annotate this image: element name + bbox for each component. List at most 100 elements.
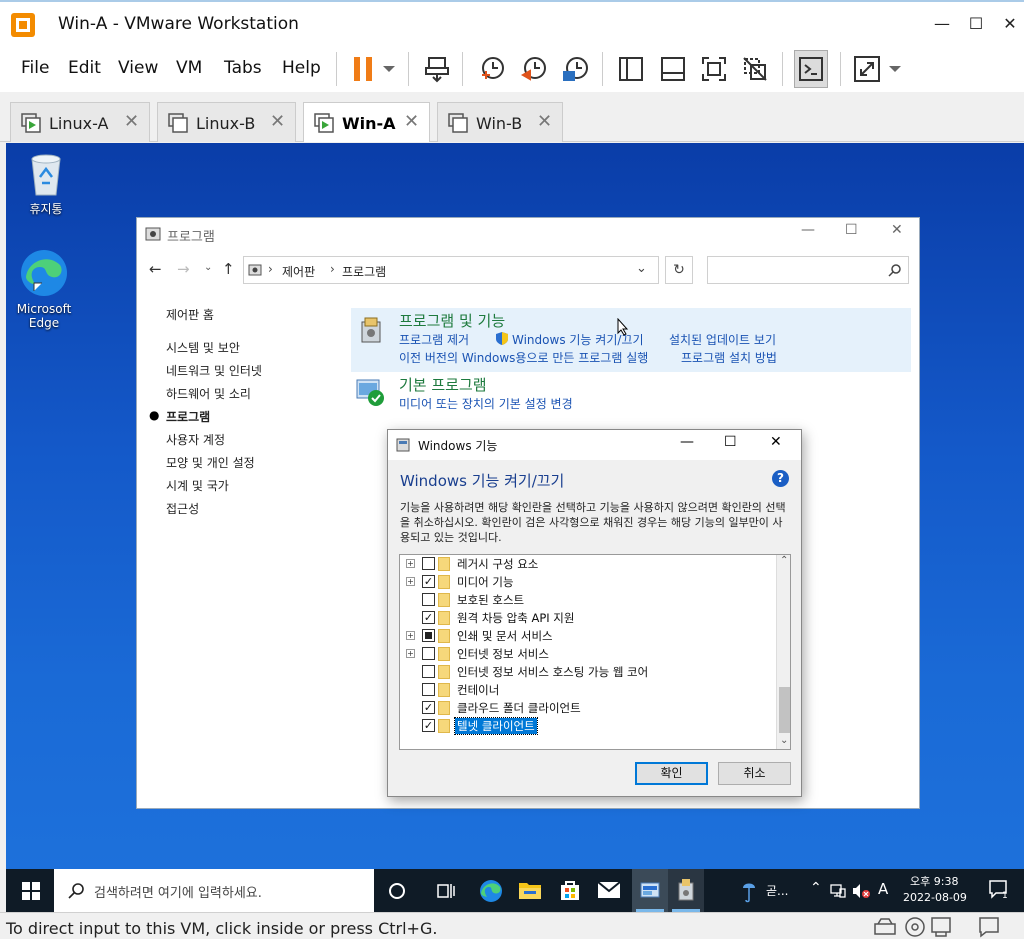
recycle-bin[interactable]: 휴지통 [14,151,78,217]
edge-shortcut[interactable]: Microsoft Edge [12,247,76,330]
dialog-minimize-button[interactable]: — [680,434,694,450]
feature-checkbox[interactable]: ✓ [422,575,435,588]
feature-checkbox[interactable] [422,593,435,606]
forward-arrow-icon[interactable]: → [177,260,190,278]
nav-hardware-sound[interactable]: 하드웨어 및 소리 [166,385,251,402]
send-ctrl-alt-del-icon[interactable] [420,50,454,88]
feature-item[interactable]: 보호된 호스트 [400,591,776,609]
file-explorer-icon[interactable] [518,879,542,901]
feature-item[interactable]: + 인터넷 정보 서비스 [400,645,776,663]
cp-minimize-button[interactable]: — [801,222,815,238]
address-dropdown-icon[interactable]: ⌄ [636,261,647,276]
network-icon[interactable] [830,883,846,899]
ok-button[interactable]: 확인 [635,762,708,785]
stretch-dropdown-icon[interactable] [882,50,908,88]
feature-checkbox[interactable]: ✓ [422,611,435,624]
thumbnail-view-icon[interactable] [656,50,690,88]
programs-features-title[interactable]: 프로그램 및 기능 [399,310,505,331]
hard-disk-icon[interactable] [874,918,896,936]
cd-dvd-icon[interactable] [904,916,926,938]
unity-icon[interactable] [738,50,772,88]
compatibility-link[interactable]: 이전 버전의 Windows용으로 만든 프로그램 실행 [399,349,648,366]
feature-checkbox[interactable]: ✓ [422,719,435,732]
clock-time[interactable]: 오후 9:38 [910,873,958,889]
nav-appearance[interactable]: 모양 및 개인 설정 [166,454,255,471]
start-windows-icon[interactable] [22,882,40,900]
feature-checkbox[interactable] [422,629,435,642]
power-dropdown-icon[interactable] [376,50,402,88]
close-tab-icon[interactable]: ✕ [404,111,419,132]
nav-clock-region[interactable]: 시계 및 국가 [166,477,229,494]
control-panel-taskbar-button[interactable] [632,869,668,912]
tab-win-a[interactable]: Win-A ✕ [303,102,430,142]
how-to-install-link[interactable]: 프로그램 설치 방법 [681,349,777,366]
vertical-scrollbar[interactable]: ⌃ ⌄ [776,555,790,749]
feature-item[interactable]: + 레거시 구성 요소 [400,555,776,573]
menu-edit[interactable]: Edit [68,58,101,78]
breadcrumb-control-panel[interactable]: 제어판 [282,263,315,280]
stretch-guest-icon[interactable] [850,50,884,88]
close-tab-icon[interactable]: ✕ [537,111,552,132]
expand-icon[interactable]: + [406,631,415,640]
snapshot-revert-icon[interactable] [517,50,551,88]
feature-item[interactable]: ✓ 클라우드 폴더 클라이언트 [400,699,776,717]
default-programs-title[interactable]: 기본 프로그램 [399,374,487,395]
menu-tabs[interactable]: Tabs [224,58,262,78]
feature-item[interactable]: 컨테이너 [400,681,776,699]
default-settings-link[interactable]: 미디어 또는 장치의 기본 설정 변경 [399,395,573,412]
tab-linux-b[interactable]: Linux-B ✕ [157,102,296,142]
nav-accessibility[interactable]: 접근성 [166,500,199,517]
help-icon[interactable]: ? [772,470,789,487]
nav-system-security[interactable]: 시스템 및 보안 [166,339,240,356]
feature-item[interactable]: + ✓ 미디어 기능 [400,573,776,591]
feature-item[interactable]: 인터넷 정보 서비스 호스팅 가능 웹 코어 [400,663,776,681]
feature-item[interactable]: + 인쇄 및 문서 서비스 [400,627,776,645]
edge-taskbar-icon[interactable] [478,878,504,904]
expand-icon[interactable]: + [406,559,415,568]
scroll-up-icon[interactable]: ⌃ [780,555,788,566]
snapshot-manager-icon[interactable] [559,50,593,88]
store-icon[interactable] [558,878,582,902]
recent-locations-icon[interactable]: ⌄ [204,262,212,273]
search-input[interactable] [707,256,909,284]
full-screen-icon[interactable] [697,50,731,88]
minimize-button[interactable]: — [926,10,958,38]
weather-label[interactable]: 곧... [766,882,788,899]
back-arrow-icon[interactable]: ← [149,260,162,278]
feature-checkbox[interactable] [422,647,435,660]
menu-view[interactable]: View [118,58,158,78]
network-adapter-icon[interactable] [930,916,952,938]
umbrella-weather-icon[interactable] [742,879,756,903]
message-log-icon[interactable] [978,916,1000,938]
nav-control-panel-home[interactable]: 제어판 홈 [166,306,214,323]
tab-linux-a[interactable]: Linux-A ✕ [10,102,150,142]
guest-desktop[interactable]: 휴지통 Microsoft Edge 프로그램 — ☐ ✕ ← → ⌄ ↑ › … [6,143,1024,912]
dialog-close-button[interactable]: ✕ [770,434,782,450]
uninstall-program-link[interactable]: 프로그램 제거 [399,331,469,348]
snapshot-take-icon[interactable] [475,50,509,88]
close-tab-icon[interactable]: ✕ [124,111,139,132]
dialog-maximize-button[interactable]: ☐ [724,434,737,450]
close-button[interactable]: ✕ [994,10,1024,38]
feature-checkbox[interactable] [422,557,435,570]
refresh-icon[interactable]: ↻ [665,256,693,284]
maximize-button[interactable]: ☐ [960,10,992,38]
scrollbar-thumb[interactable] [779,687,790,733]
features-tree[interactable]: + 레거시 구성 요소 + ✓ 미디어 기능 보호된 호스트 ✓ 원격 차등 압축 API 지… [399,554,791,750]
windows-features-taskbar-button[interactable] [668,869,704,912]
taskbar-search-box[interactable]: 검색하려면 여기에 입력하세요. [54,869,374,912]
address-bar[interactable]: › 제어판 › 프로그램 ⌄ [243,256,659,284]
feature-checkbox[interactable]: ✓ [422,701,435,714]
library-view-icon[interactable] [614,50,648,88]
show-hidden-icons-icon[interactable]: ⌃ [810,880,822,896]
cortana-icon[interactable] [388,882,406,900]
menu-help[interactable]: Help [282,58,321,78]
clock-date[interactable]: 2022-08-09 [903,891,967,904]
input-method-indicator[interactable]: A [878,880,888,898]
nav-programs[interactable]: 프로그램 [166,408,210,425]
cp-close-button[interactable]: ✕ [891,222,903,238]
close-tab-icon[interactable]: ✕ [270,111,285,132]
nav-network-internet[interactable]: 네트워크 및 인터넷 [166,362,262,379]
cancel-button[interactable]: 취소 [718,762,791,785]
pause-icon[interactable] [346,50,380,88]
